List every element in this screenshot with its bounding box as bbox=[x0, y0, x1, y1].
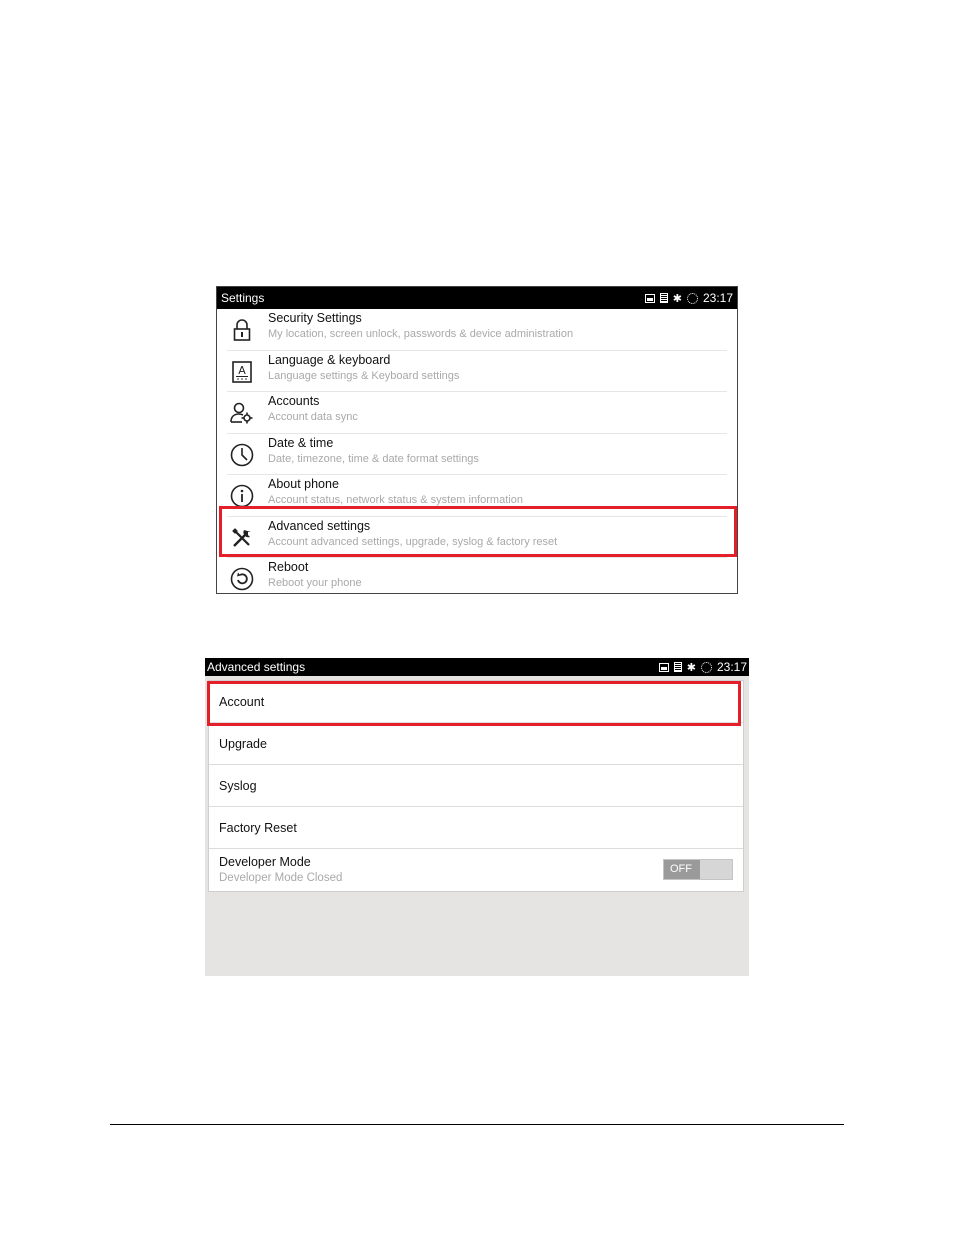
highlight-box-account bbox=[207, 681, 741, 726]
status-bar: Advanced settings ✱ 23:17 bbox=[205, 658, 749, 676]
highlight-box-advanced-settings bbox=[219, 506, 737, 557]
list-item-label: Upgrade bbox=[219, 737, 267, 751]
sync-icon bbox=[700, 661, 712, 673]
settings-item-title: About phone bbox=[268, 477, 339, 491]
developer-mode-title: Developer Mode bbox=[219, 855, 311, 869]
list-item-label: Factory Reset bbox=[219, 821, 297, 835]
toggle-label: OFF bbox=[664, 860, 700, 879]
settings-item-subtitle: My location, screen unlock, passwords & … bbox=[268, 328, 574, 340]
lock-icon bbox=[229, 317, 255, 343]
settings-item-title: Date & time bbox=[268, 435, 334, 450]
list-item-developer-mode[interactable]: Developer Mode Developer Mode Closed OFF bbox=[209, 849, 743, 891]
settings-item-title: Security Settings bbox=[268, 311, 362, 325]
settings-item-subtitle: Account data sync bbox=[268, 411, 358, 423]
settings-item-subtitle: Language settings & Keyboard settings bbox=[268, 369, 460, 382]
developer-mode-toggle[interactable]: OFF bbox=[663, 859, 733, 880]
settings-item-title: Accounts bbox=[268, 394, 320, 408]
bluetooth-icon: ✱ bbox=[672, 292, 682, 305]
settings-item-title: Reboot bbox=[268, 560, 309, 574]
list-item-upgrade[interactable]: Upgrade bbox=[209, 723, 743, 765]
settings-item-language[interactable]: A Language & keyboard Language settings … bbox=[227, 351, 727, 392]
list-item-factory-reset[interactable]: Factory Reset bbox=[209, 807, 743, 849]
sim-icon bbox=[659, 293, 668, 303]
sim-icon bbox=[673, 662, 682, 672]
status-time: 23:17 bbox=[716, 660, 747, 674]
settings-item-subtitle: Date, timezone, time & date format setti… bbox=[268, 452, 479, 465]
screen-title: Advanced settings bbox=[207, 660, 306, 674]
developer-mode-subtitle: Developer Mode Closed bbox=[219, 872, 343, 884]
settings-item-title: Language & keyboard bbox=[268, 352, 391, 367]
settings-item-subtitle: Account status, network status & system … bbox=[268, 494, 523, 506]
status-time: 23:17 bbox=[702, 291, 733, 305]
settings-item-accounts[interactable]: Accounts Account data sync bbox=[227, 392, 727, 434]
list-item-label: Syslog bbox=[219, 779, 257, 793]
list-item-syslog[interactable]: Syslog bbox=[209, 765, 743, 807]
svg-text:A: A bbox=[238, 364, 246, 377]
settings-item-reboot[interactable]: Reboot Reboot your phone bbox=[227, 558, 727, 593]
screen-title: Settings bbox=[221, 291, 265, 305]
sync-icon bbox=[686, 292, 698, 304]
settings-item-security[interactable]: Security Settings My location, screen un… bbox=[227, 309, 727, 351]
settings-item-subtitle: Reboot your phone bbox=[268, 577, 362, 589]
status-bar: Settings ✱ 23:17 bbox=[217, 287, 737, 309]
accounts-icon bbox=[229, 400, 255, 426]
settings-item-date-time[interactable]: Date & time Date, timezone, time & date … bbox=[227, 434, 727, 475]
picture-icon bbox=[658, 662, 669, 672]
picture-icon bbox=[644, 293, 655, 303]
reboot-icon bbox=[229, 566, 255, 592]
bluetooth-icon: ✱ bbox=[686, 661, 696, 674]
footer-divider bbox=[110, 1124, 844, 1125]
clock-icon bbox=[229, 442, 255, 468]
keyboard-icon: A bbox=[229, 359, 255, 385]
